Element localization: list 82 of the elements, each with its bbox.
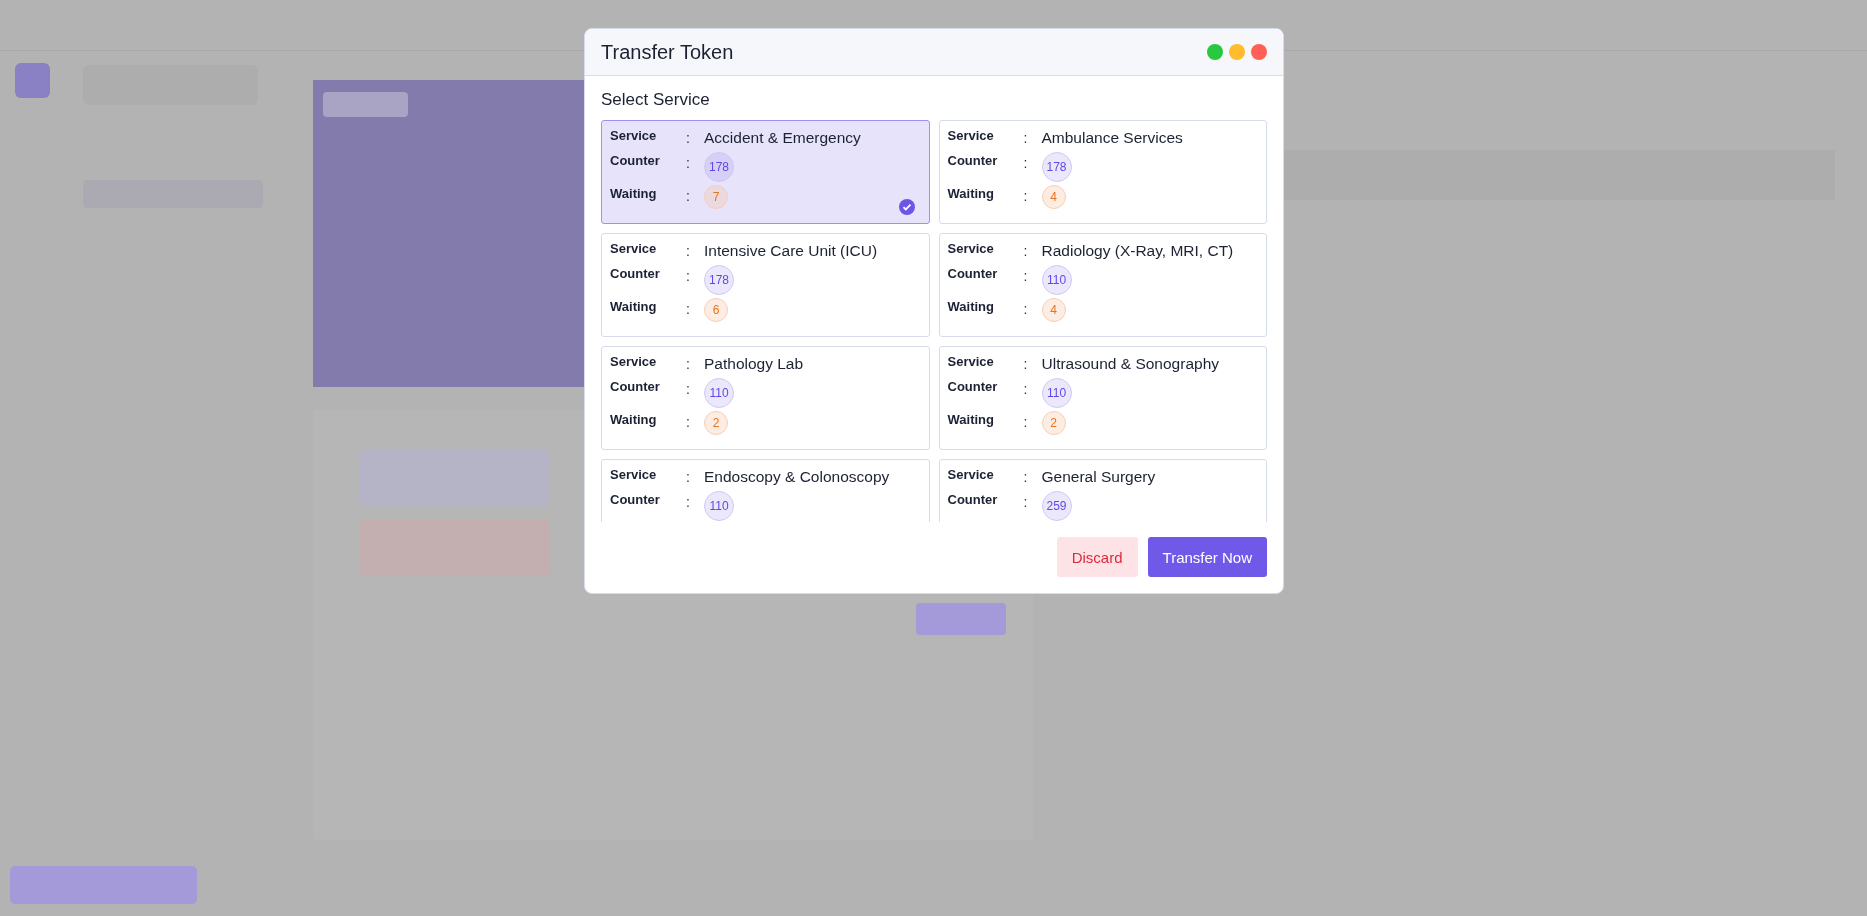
- service-name: Intensive Care Unit (ICU): [704, 241, 878, 260]
- field-label: Counter: [610, 491, 661, 507]
- colon: :: [1023, 154, 1029, 171]
- field-label: Waiting: [610, 185, 658, 201]
- colon: :: [686, 267, 691, 284]
- check-circle-icon: [898, 199, 915, 215]
- colon: :: [686, 493, 691, 510]
- service-name: Ambulance Services: [1041, 128, 1183, 147]
- window-control-dot[interactable]: [1229, 44, 1245, 60]
- colon: :: [1023, 187, 1029, 204]
- waiting-badge: 7: [704, 185, 728, 209]
- colon: :: [1023, 413, 1029, 430]
- service-card[interactable]: Service : Radiology (X-Ray, MRI, CT) Counter : 110 Waiting : 4: [938, 233, 1267, 337]
- service-card[interactable]: Service : Pathology Lab Counter : 110 Waiting : 2: [601, 346, 930, 450]
- service-name: Accident & Emergency: [704, 128, 861, 147]
- discard-button[interactable]: Discard: [1056, 537, 1138, 577]
- field-label: Service: [947, 127, 995, 143]
- dialog-title: Transfer Token: [601, 40, 734, 64]
- colon: :: [1023, 267, 1029, 284]
- field-label: Service: [610, 240, 658, 256]
- service-card[interactable]: Service : Ultrasound & Sonography Counter : 110 Waiting : 2: [938, 346, 1267, 450]
- counter-badge: 110: [704, 491, 734, 521]
- colon: :: [1023, 493, 1029, 510]
- service-name: Ultrasound & Sonography: [1041, 354, 1219, 373]
- field-label: Service: [947, 466, 995, 482]
- waiting-badge: 4: [1041, 298, 1066, 322]
- field-label: Service: [610, 353, 658, 369]
- transfer-button[interactable]: Transfer Now: [1147, 537, 1267, 577]
- colon: :: [1023, 468, 1029, 485]
- field-label: Waiting: [947, 298, 995, 314]
- field-label: Counter: [610, 265, 661, 281]
- field-label: Counter: [947, 152, 999, 168]
- field-label: Service: [947, 240, 995, 256]
- colon: :: [1023, 380, 1029, 397]
- field-label: Service: [610, 466, 658, 482]
- service-card[interactable]: Service : General Surgery Counter : 259: [938, 459, 1267, 522]
- service-name: General Surgery: [1041, 467, 1156, 486]
- colon: :: [686, 355, 691, 372]
- service-card[interactable]: Service : Intensive Care Unit (ICU) Counter : 178 Waiting : 6: [601, 233, 930, 337]
- service-card[interactable]: Service : Endoscopy & Colonoscopy Counter : 110: [601, 459, 930, 522]
- field-label: Waiting: [610, 411, 658, 427]
- colon: :: [686, 154, 691, 171]
- counter-badge: 178: [704, 152, 734, 182]
- colon: :: [686, 380, 691, 397]
- service-name: Pathology Lab: [704, 354, 804, 373]
- colon: :: [686, 413, 691, 430]
- service-card[interactable]: Service : Accident & Emergency Counter : 178 Waiting : 7: [601, 120, 930, 224]
- field-label: Service: [947, 353, 995, 369]
- counter-badge: 110: [1041, 378, 1072, 408]
- colon: :: [686, 129, 691, 146]
- colon: :: [1023, 355, 1029, 372]
- waiting-badge: 2: [704, 411, 728, 435]
- field-label: Counter: [610, 378, 661, 394]
- colon: :: [1023, 300, 1029, 317]
- section-title: Select Service: [601, 90, 711, 110]
- field-label: Counter: [610, 152, 661, 168]
- waiting-badge: 4: [1041, 185, 1066, 209]
- colon: :: [686, 300, 691, 317]
- service-name: Endoscopy & Colonoscopy: [704, 467, 890, 486]
- colon: :: [686, 242, 691, 259]
- waiting-badge: 6: [704, 298, 728, 322]
- waiting-badge: 2: [1041, 411, 1066, 435]
- window-control-dot[interactable]: [1251, 44, 1267, 60]
- counter-badge: 110: [704, 378, 734, 408]
- counter-badge: 110: [1041, 265, 1072, 295]
- counter-badge: 259: [1041, 491, 1072, 521]
- field-label: Waiting: [610, 298, 658, 314]
- field-label: Counter: [947, 378, 999, 394]
- field-label: Service: [610, 127, 658, 143]
- counter-badge: 178: [704, 265, 734, 295]
- field-label: Waiting: [947, 185, 995, 201]
- service-card[interactable]: Service : Ambulance Services Counter : 178 Waiting : 4: [938, 120, 1267, 224]
- colon: :: [1023, 242, 1029, 259]
- colon: :: [686, 468, 691, 485]
- window-control-dot[interactable]: [1207, 44, 1223, 60]
- service-name: Radiology (X-Ray, MRI, CT): [1041, 241, 1234, 260]
- field-label: Counter: [947, 491, 999, 507]
- field-label: Counter: [947, 265, 999, 281]
- colon: :: [1023, 129, 1029, 146]
- counter-badge: 178: [1041, 152, 1072, 182]
- colon: :: [686, 187, 691, 204]
- field-label: Waiting: [947, 411, 995, 427]
